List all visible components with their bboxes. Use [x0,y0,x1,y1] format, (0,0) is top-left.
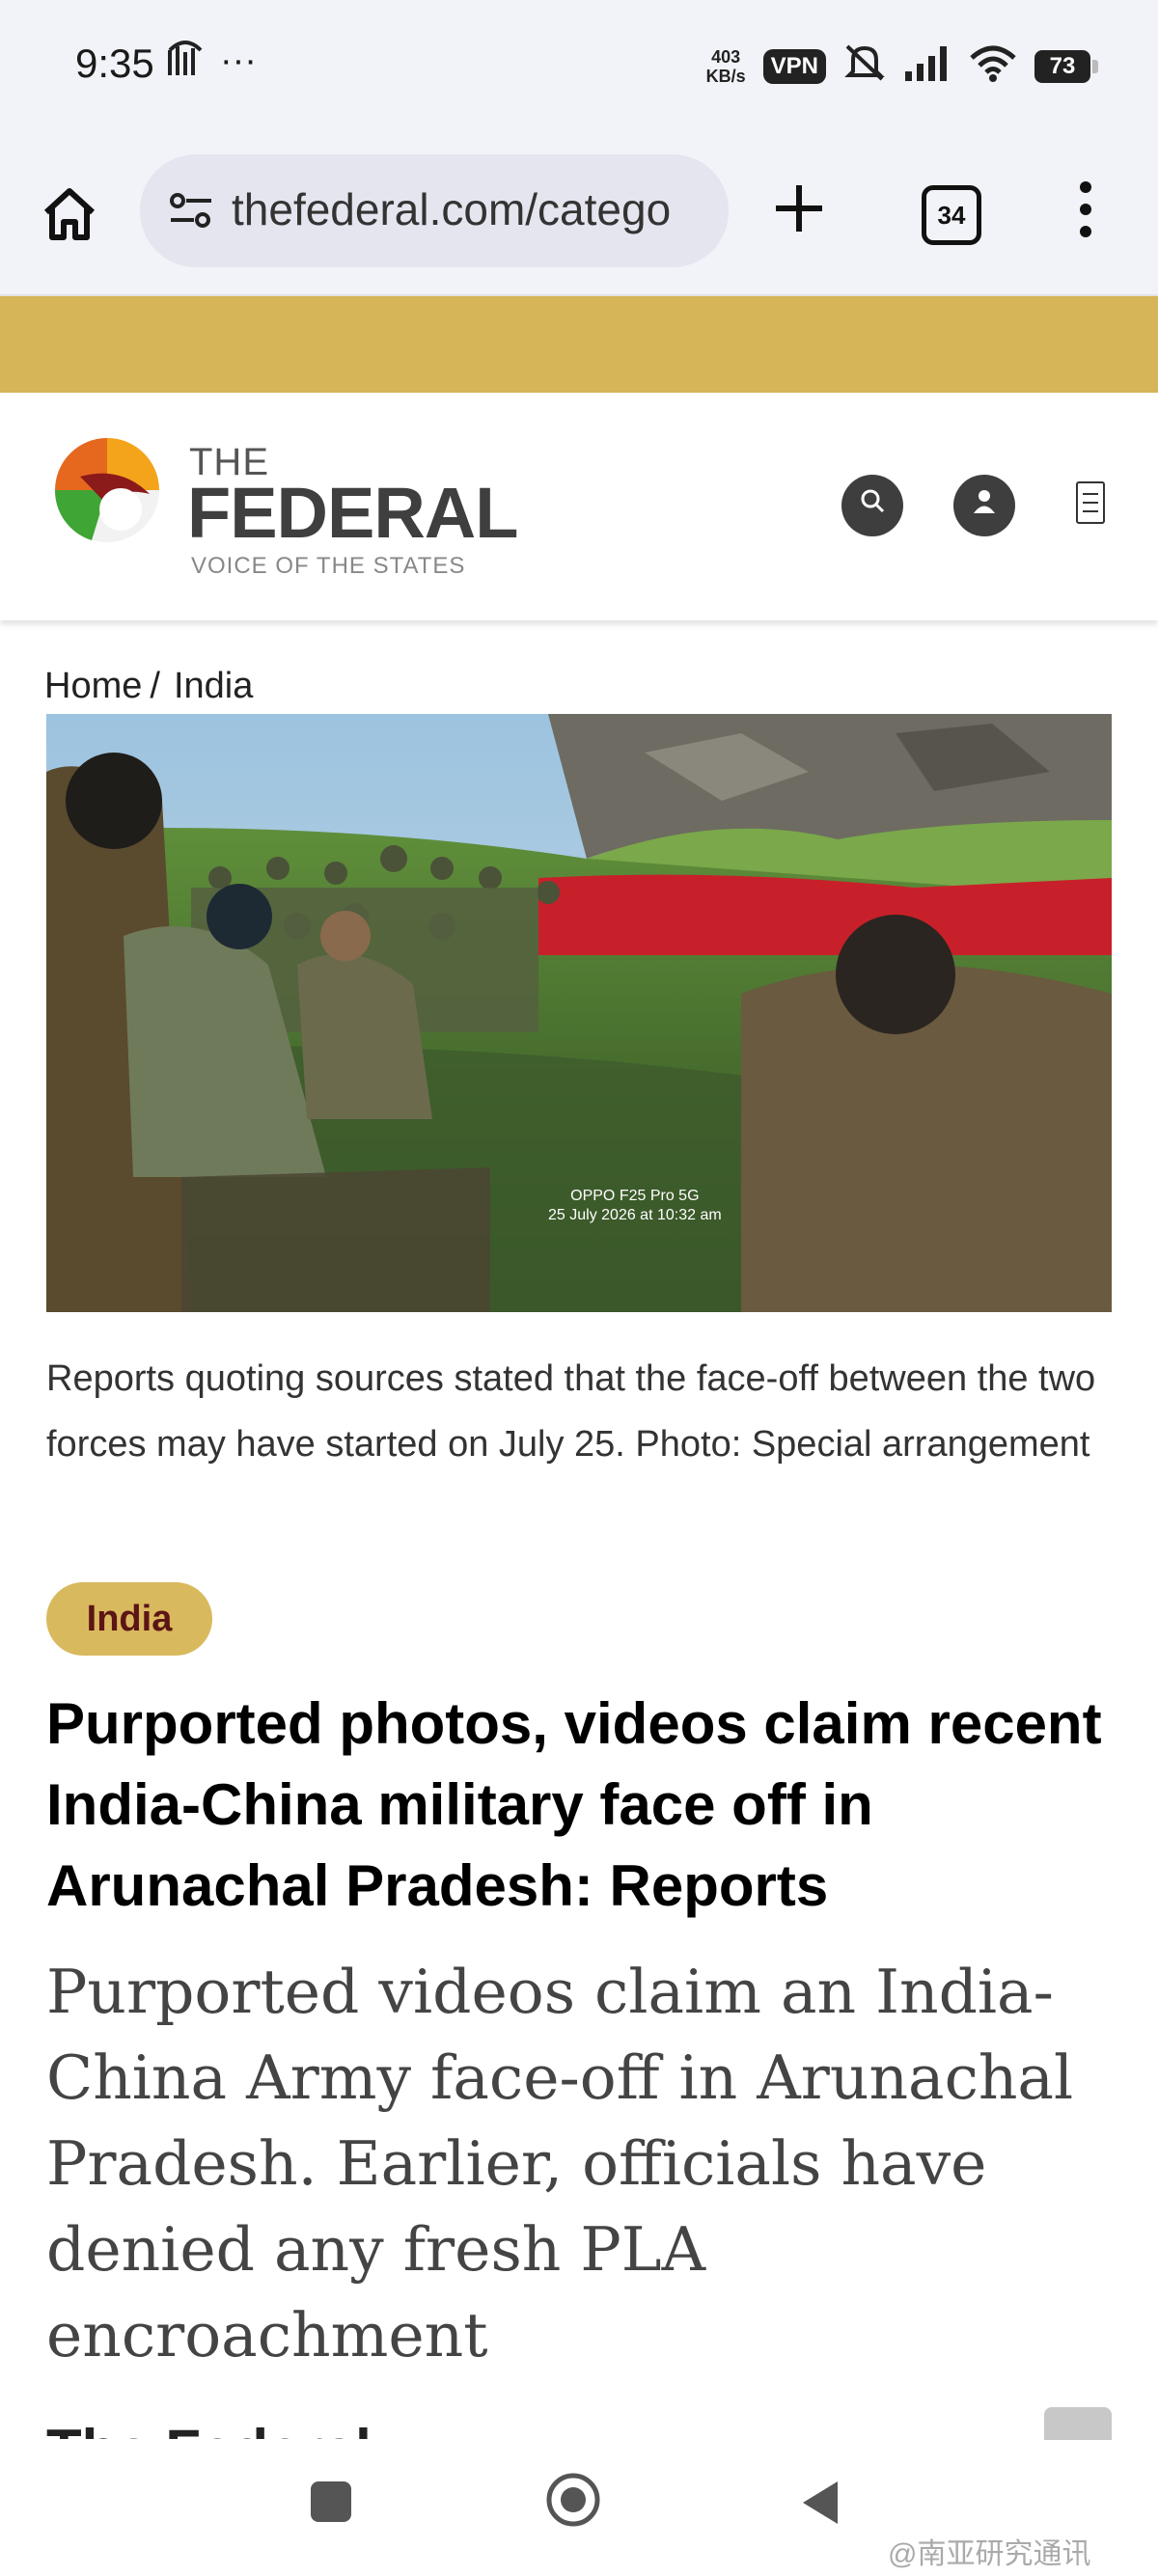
url-text[interactable]: thefederal.com/catego [232,183,714,235]
site-header: THE FEDERAL VOICE OF THE STATES [0,393,1158,620]
search-icon[interactable] [841,475,903,536]
scroll-to-top-button[interactable] [1044,2407,1112,2440]
status-indicators: 403 KB/s VPN 73 [706,42,1098,90]
menu-icon[interactable] [1076,481,1105,524]
breadcrumb-separator: / [150,666,160,706]
clock: 9:35 [75,41,154,86]
category-tag[interactable]: India [46,1582,212,1656]
tab-switcher-button[interactable]: 34 [922,185,981,245]
recents-button[interactable] [311,2481,351,2522]
site-info-icon[interactable] [169,191,213,230]
photo-date: 25 July 2026 at 10:32 am [548,1207,722,1223]
article-summary: Purported videos claim an India-China Ar… [46,1957,1074,2370]
ad-banner[interactable] [0,296,1158,393]
system-nav-bar: @南亚研究通讯 [0,2441,1158,2576]
new-tab-button[interactable] [772,181,826,243]
user-icon[interactable] [953,475,1015,536]
weibo-watermark: @南亚研究通讯 [888,2538,1091,2570]
breadcrumb-home[interactable]: Home [44,666,142,706]
breadcrumb: Home / India [44,666,253,707]
breadcrumb-current[interactable]: India [174,666,253,706]
nav-home-button[interactable] [545,2472,601,2528]
article-source: The Federal [46,2412,372,2439]
cell-signal-icon [903,44,951,88]
browser-menu-button[interactable] [1071,181,1100,248]
network-speed-unit: KB/s [705,66,746,86]
status-bar: 9:35 ··· 403 KB/s VPN 73 [0,0,1158,135]
back-triangle-icon [803,2481,838,2524]
brand-tagline: VOICE OF THE STATES [191,553,466,579]
back-button[interactable] [799,2478,841,2528]
mute-icon [843,42,886,90]
home-button[interactable] [39,183,100,245]
photo-caption: Reports quoting sources stated that the … [46,1358,1096,1465]
network-speed: 403 KB/s [706,47,746,86]
article-headline[interactable]: Purported photos, videos claim recent In… [46,1684,1117,1927]
address-bar[interactable]: thefederal.com/catego [140,154,729,267]
home-icon [43,188,96,240]
brand-name[interactable]: FEDERAL [187,472,518,554]
home-circle-icon [546,2473,600,2527]
vpn-badge: VPN [762,48,826,84]
wifi-icon [969,44,1017,88]
camera-model: OPPO F25 Pro 5G [570,1188,700,1204]
plus-icon [776,185,822,232]
battery-indicator: 73 [1034,49,1098,83]
more-dots-icon: ··· [220,41,257,81]
federal-logo-icon[interactable] [53,436,161,544]
signal-app-icon [166,41,205,89]
browser-toolbar: thefederal.com/catego 34 [0,135,1158,296]
network-speed-value: 403 [711,46,741,67]
photo-camera-stamp: OPPO F25 Pro 5G 25 July 2026 at 10:32 am [548,1187,722,1225]
more-vert-icon [1080,181,1091,193]
article-photo[interactable]: OPPO F25 Pro 5G 25 July 2026 at 10:32 am [46,714,1112,1312]
